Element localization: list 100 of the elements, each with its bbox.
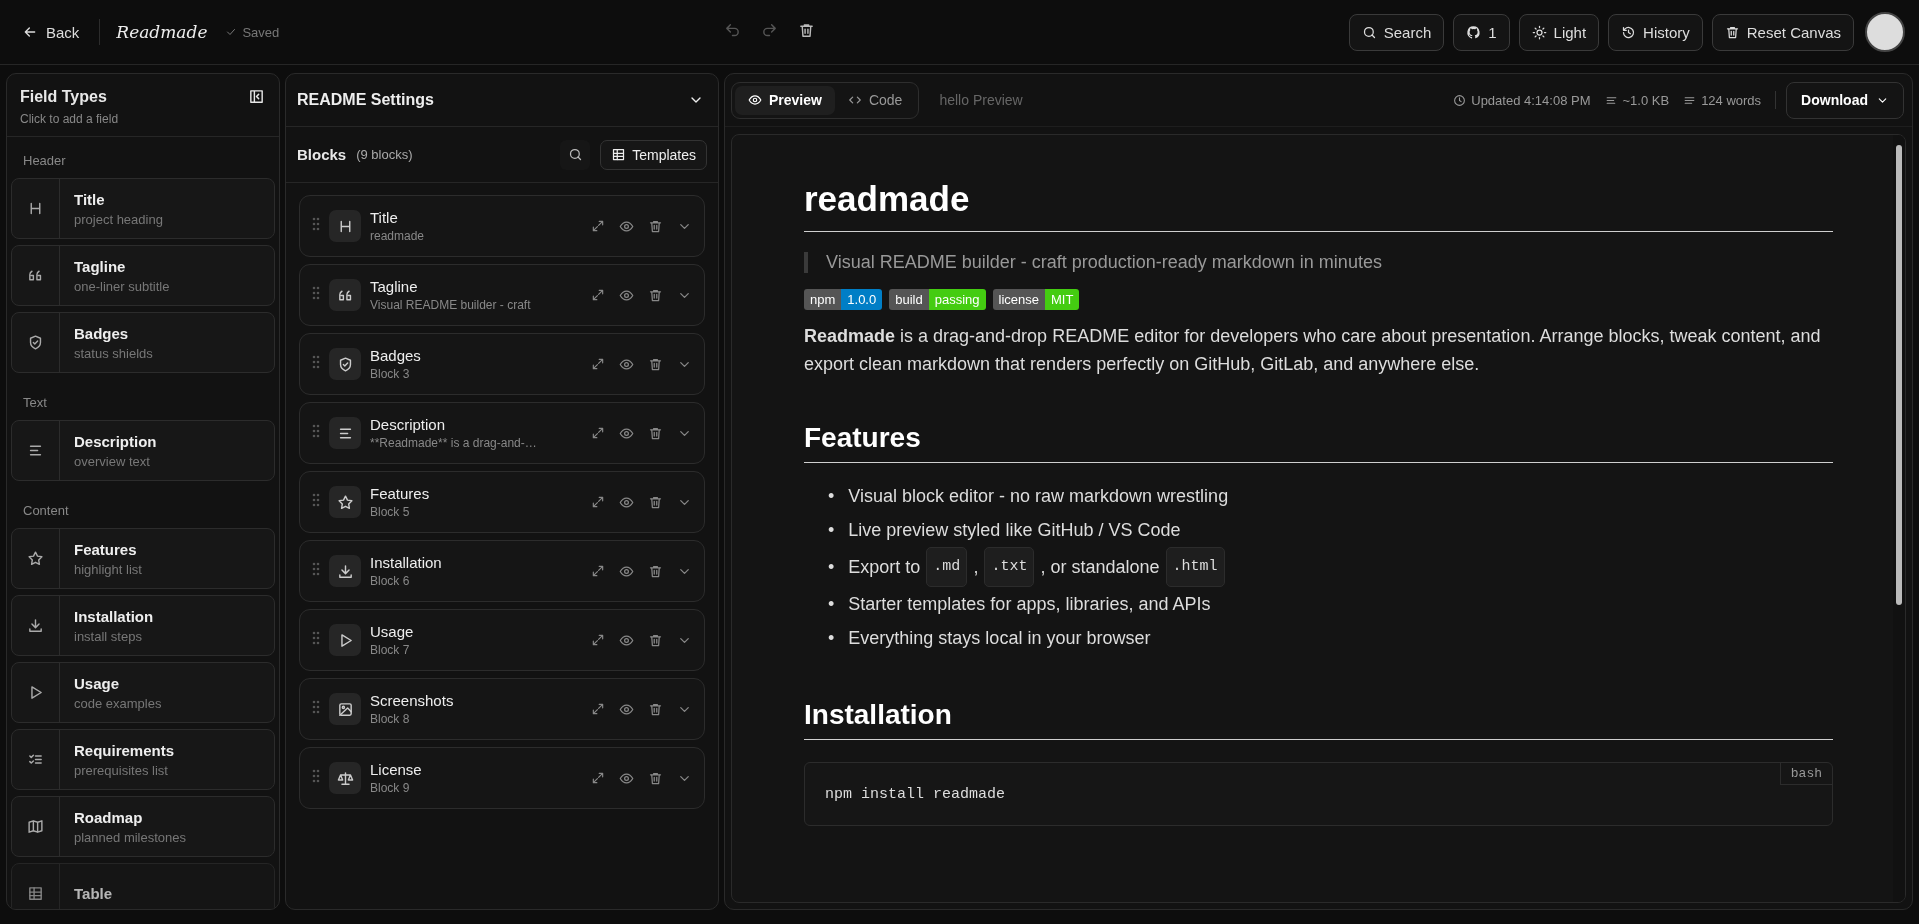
drag-handle-icon[interactable] (312, 424, 320, 438)
feature-item: Visual block editor - no raw markdown wrestling (848, 485, 1229, 508)
field-type-item[interactable]: Badges status shields (11, 312, 275, 373)
block-card[interactable]: Tagline Visual README builder - craft (299, 264, 705, 326)
back-button[interactable]: Back (18, 19, 84, 45)
theme-button[interactable]: Light (1518, 13, 1600, 51)
github-button[interactable]: 1 (1453, 13, 1510, 51)
field-name: Roadmap (74, 808, 144, 826)
trash-icon[interactable] (648, 287, 663, 303)
trash-icon[interactable] (648, 701, 663, 717)
trash-icon[interactable] (648, 425, 663, 441)
code-text: npm install readmade (825, 785, 1006, 803)
field-type-item[interactable]: Title project heading (11, 178, 275, 239)
field-name: Installation (74, 607, 154, 625)
field-type-item[interactable]: Roadmap planned milestones (11, 796, 275, 857)
block-card[interactable]: License Block 9 (299, 747, 705, 809)
expand-icon[interactable] (591, 633, 605, 647)
expand-icon[interactable] (591, 219, 605, 233)
field-type-item[interactable]: Features highlight list (11, 528, 275, 589)
expand-icon[interactable] (591, 288, 605, 302)
download-button[interactable]: Download (1786, 81, 1904, 119)
view-tab[interactable]: Code (834, 85, 916, 115)
download-icon (27, 617, 44, 634)
drag-handle-icon[interactable] (312, 355, 320, 369)
scrollbar-thumb[interactable] (1896, 145, 1902, 605)
block-name: Features (370, 485, 431, 502)
eye-icon (619, 218, 634, 234)
field-type-item[interactable]: Requirements prerequisites list (11, 729, 275, 790)
trash-icon[interactable] (648, 563, 663, 579)
block-summary: Block 6 (370, 574, 411, 588)
field-name: Tagline (74, 257, 127, 275)
expand-icon[interactable] (591, 357, 605, 371)
drag-handle-icon[interactable] (312, 286, 320, 300)
blocks-count: (9 blocks) (356, 147, 413, 162)
trash-icon[interactable] (648, 356, 663, 372)
feature-item: Starter templates for apps, libraries, and APIs (848, 593, 1211, 616)
trash-icon[interactable] (648, 218, 663, 234)
drag-handle-icon[interactable] (312, 217, 320, 231)
eye-icon (619, 287, 634, 303)
word-count: 124 words (1683, 92, 1762, 108)
drag-handle-icon[interactable] (312, 562, 320, 576)
trash-icon[interactable] (648, 494, 663, 510)
star-icon (27, 550, 44, 567)
field-type-item[interactable]: Table (11, 863, 275, 909)
block-card[interactable]: Badges Block 3 (299, 333, 705, 395)
field-type-item[interactable]: Installation install steps (11, 595, 275, 656)
block-card[interactable]: Screenshots Block 8 (299, 678, 705, 740)
block-card[interactable]: Description **Readmade** is a drag-and-… (299, 402, 705, 464)
collapse-panel-icon[interactable] (248, 88, 265, 105)
eye-icon (619, 770, 634, 786)
block-card[interactable]: Title readmade (299, 195, 705, 257)
eye-icon (748, 93, 762, 107)
expand-icon[interactable] (591, 495, 605, 509)
settings-title: README Settings (297, 91, 434, 109)
download-icon (336, 562, 354, 580)
feature-item: Export to .md , .txt , or standalone .html (848, 547, 1225, 587)
field-description: prerequisites list (74, 762, 169, 778)
block-card[interactable]: Features Block 5 (299, 471, 705, 533)
trash-icon (1724, 24, 1740, 40)
trash-icon[interactable] (797, 21, 815, 39)
field-description: overview text (74, 453, 151, 469)
block-name: Tagline (370, 278, 419, 295)
trash-icon[interactable] (648, 632, 663, 648)
drag-handle-icon[interactable] (312, 769, 320, 783)
list-bullet: • (828, 519, 835, 542)
block-card[interactable]: Usage Block 7 (299, 609, 705, 671)
block-summary: Block 3 (370, 367, 411, 381)
user-avatar[interactable] (1865, 12, 1905, 52)
block-summary: Block 5 (370, 505, 411, 519)
drag-handle-icon[interactable] (312, 700, 320, 714)
view-tab[interactable]: Preview (735, 85, 835, 115)
block-name: Badges (370, 347, 422, 364)
field-name: Badges (74, 324, 130, 342)
search-icon (567, 147, 583, 162)
block-card[interactable]: Installation Block 6 (299, 540, 705, 602)
updated-time: Updated 4:14:08 PM (1453, 92, 1591, 108)
history-icon (1621, 24, 1637, 40)
image-icon (336, 700, 354, 718)
expand-icon[interactable] (591, 771, 605, 785)
field-type-item[interactable]: Usage code examples (11, 662, 275, 723)
trash-icon[interactable] (648, 770, 663, 786)
field-type-item[interactable]: Tagline one-liner subtitle (11, 245, 275, 306)
list-bullet: • (828, 593, 835, 616)
drag-handle-icon[interactable] (312, 631, 320, 645)
history-button[interactable]: History (1608, 13, 1703, 51)
search-button[interactable]: Search (1348, 13, 1445, 51)
block-name: Installation (370, 554, 443, 571)
drag-handle-icon[interactable] (312, 493, 320, 507)
templates-button[interactable]: Templates (600, 139, 707, 170)
field-description: code examples (74, 695, 162, 711)
search-button[interactable] (560, 139, 591, 170)
expand-icon[interactable] (591, 702, 605, 716)
app-logo: Readmade (116, 22, 208, 42)
expand-icon[interactable] (591, 426, 605, 440)
field-name: Usage (74, 674, 121, 692)
expand-icon[interactable] (591, 564, 605, 578)
field-type-item[interactable]: Description overview text (11, 420, 275, 481)
reset-button[interactable]: Reset Canvas (1711, 13, 1854, 51)
code-icon (847, 93, 862, 107)
clock-icon (1453, 93, 1467, 107)
